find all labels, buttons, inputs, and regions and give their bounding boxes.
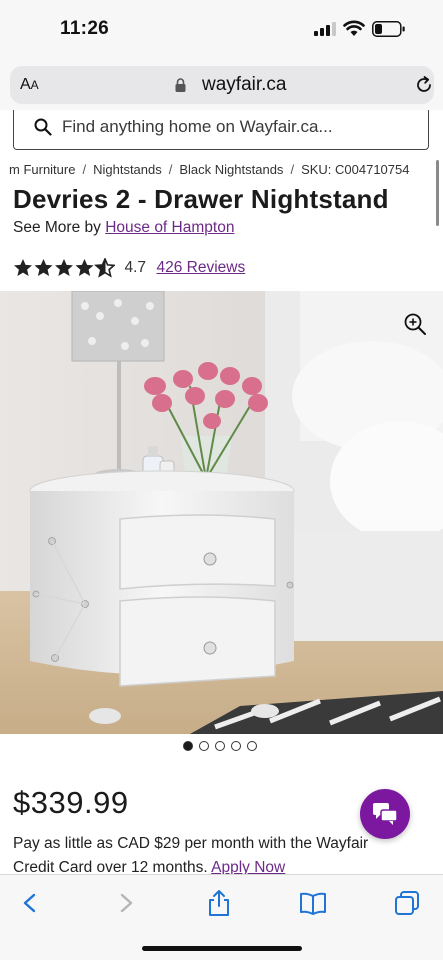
product-image[interactable] <box>0 291 443 734</box>
share-icon[interactable] <box>205 889 233 917</box>
bookmarks-icon[interactable] <box>299 889 327 917</box>
lock-icon <box>175 78 186 92</box>
star-rating <box>14 258 115 277</box>
reviews-link[interactable]: 426 Reviews <box>156 259 245 277</box>
product-title: Devries 2 - Drawer Nightstand <box>13 184 389 214</box>
star-icon <box>75 259 94 276</box>
address-bar[interactable]: AA wayfair.ca <box>10 66 434 104</box>
star-icon <box>34 259 53 276</box>
carousel-dot[interactable] <box>231 741 241 751</box>
rating-row: 4.7 426 Reviews <box>13 258 245 280</box>
product-photo <box>0 291 443 734</box>
wifi-icon <box>343 20 365 36</box>
back-icon[interactable] <box>16 889 44 917</box>
breadcrumb: m Furniture / Nightstands / Black Nightstand… <box>9 162 410 177</box>
product-price: $339.99 <box>13 785 129 820</box>
zoom-in-icon[interactable] <box>404 313 426 335</box>
home-indicator <box>142 946 302 951</box>
breadcrumb-item-nightstands[interactable]: Nightstands <box>93 162 162 177</box>
search-input-placeholder[interactable]: Find anything home on Wayfair.ca... <box>62 117 333 137</box>
reload-icon[interactable] <box>414 75 434 95</box>
breadcrumb-sku: SKU: C004710754 <box>301 162 410 177</box>
carousel-dot[interactable] <box>199 741 209 751</box>
breadcrumb-item-black-nightstands[interactable]: Black Nightstands <box>179 162 283 177</box>
chat-button[interactable] <box>360 789 410 839</box>
see-more-by: See More by House of Hampton <box>13 219 234 237</box>
search-icon <box>34 118 52 136</box>
carousel-dot[interactable] <box>247 741 257 751</box>
financing-offer: Pay as little as CAD $29 per month with … <box>13 832 413 880</box>
url-text[interactable]: wayfair.ca <box>202 74 286 96</box>
star-icon <box>95 258 115 277</box>
financing-text: Pay as little as CAD $29 per month with … <box>13 835 369 876</box>
chat-icon <box>373 803 398 825</box>
browser-address-area: AA wayfair.ca <box>0 62 443 110</box>
signal-icon <box>314 22 336 36</box>
text-size-label-small: A <box>30 78 39 92</box>
carousel-dot[interactable] <box>183 741 193 751</box>
site-search-box[interactable]: Find anything home on Wayfair.ca... <box>13 110 429 150</box>
battery-icon <box>372 21 405 37</box>
carousel-dot[interactable] <box>215 741 225 751</box>
status-bar: 11:26 <box>0 0 443 62</box>
text-size-button[interactable]: AA <box>20 76 39 94</box>
star-icon <box>14 259 32 276</box>
rating-value: 4.7 <box>124 259 147 276</box>
tabs-icon[interactable] <box>393 889 421 917</box>
image-carousel-dots <box>183 741 263 753</box>
forward-icon[interactable] <box>112 889 140 917</box>
star-icon <box>55 259 73 276</box>
see-more-prefix: See More by <box>13 219 101 236</box>
status-time: 11:26 <box>60 18 110 39</box>
text-size-label-big: A <box>20 76 31 93</box>
brand-link[interactable]: House of Hampton <box>105 219 234 236</box>
breadcrumb-item-furniture[interactable]: m Furniture <box>9 162 75 177</box>
page-scrollbar[interactable] <box>436 160 439 226</box>
